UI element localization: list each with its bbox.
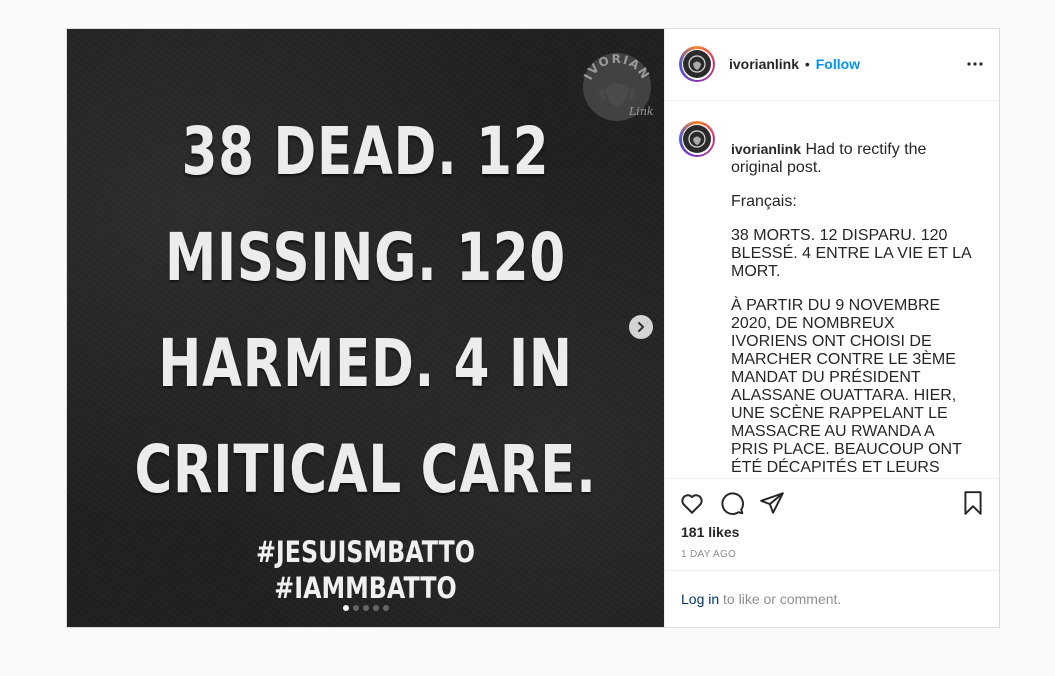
login-link[interactable]: Log in bbox=[681, 591, 719, 607]
caption-paragraph: 38 MORTS. 12 DISPARU. 120 BLESSÉ. 4 ENTR… bbox=[731, 227, 971, 280]
login-prompt: Log in to like or comment. bbox=[665, 570, 999, 627]
headline-line: MISSING. 120 bbox=[164, 219, 567, 296]
carousel-next-button[interactable] bbox=[629, 315, 653, 339]
hashtags: #JESUISMBATTO #IAMMBATTO bbox=[121, 534, 611, 606]
caption-username[interactable]: ivorianlink bbox=[731, 141, 801, 157]
caption-paragraph: Français: bbox=[731, 193, 797, 210]
carousel-dot-active bbox=[342, 605, 349, 611]
post-card: 38 DEAD. 12 MISSING. 120 HARMED. 4 IN CR… bbox=[66, 28, 1000, 628]
hashtag: #IAMMBATTO bbox=[274, 571, 457, 605]
login-prompt-text: to like or comment. bbox=[719, 591, 842, 607]
headline-line: HARMED. 4 IN bbox=[158, 325, 573, 402]
follow-button[interactable]: Follow bbox=[816, 56, 860, 72]
post-date[interactable]: 1 DAY AGO bbox=[681, 549, 736, 560]
caption-intro: ivorianlink Had to rectify the original … bbox=[731, 141, 973, 177]
post-side-panel: ivorianlink • Follow ivorianlink Had to … bbox=[664, 29, 999, 627]
comment-icon[interactable] bbox=[719, 490, 745, 516]
caption-text: ivorianlink Had to rectify the original … bbox=[731, 125, 973, 476]
headline-line: CRITICAL CARE. bbox=[134, 431, 597, 508]
brand-avatar-icon bbox=[688, 55, 706, 73]
carousel-dot bbox=[372, 605, 379, 611]
caption-paragraph: À PARTIR DU 9 NOVEMBRE 2020, DE NOMBREUX… bbox=[731, 297, 962, 476]
more-options-icon[interactable] bbox=[966, 55, 984, 73]
post-header: ivorianlink • Follow bbox=[665, 29, 999, 101]
post-image[interactable]: 38 DEAD. 12 MISSING. 120 HARMED. 4 IN CR… bbox=[67, 29, 664, 627]
caption-area: ivorianlink Had to rectify the original … bbox=[665, 101, 999, 478]
brand-avatar-icon bbox=[688, 130, 706, 148]
avatar[interactable] bbox=[679, 46, 715, 82]
carousel-dot bbox=[362, 605, 369, 611]
logo-script: Link bbox=[628, 105, 654, 118]
carousel-indicator bbox=[67, 605, 664, 611]
chevron-right-icon bbox=[638, 322, 644, 332]
carousel-dot bbox=[382, 605, 389, 611]
heart-icon[interactable] bbox=[679, 490, 705, 516]
bookmark-icon[interactable] bbox=[960, 490, 986, 516]
separator-dot: • bbox=[804, 56, 810, 72]
username-link[interactable]: ivorianlink bbox=[729, 56, 799, 72]
likes-count[interactable]: 181 likes bbox=[681, 524, 739, 540]
headline-line: 38 DEAD. 12 bbox=[181, 113, 550, 190]
headline-text: 38 DEAD. 12 MISSING. 120 HARMED. 4 IN CR… bbox=[133, 99, 599, 523]
ivorian-link-logo: IVORIAN Link bbox=[581, 52, 654, 121]
caption-avatar[interactable] bbox=[679, 121, 715, 157]
share-icon[interactable] bbox=[759, 490, 785, 516]
carousel-dot bbox=[352, 605, 359, 611]
header-user: ivorianlink • Follow bbox=[729, 56, 860, 72]
hashtag: #JESUISMBATTO bbox=[256, 535, 475, 569]
